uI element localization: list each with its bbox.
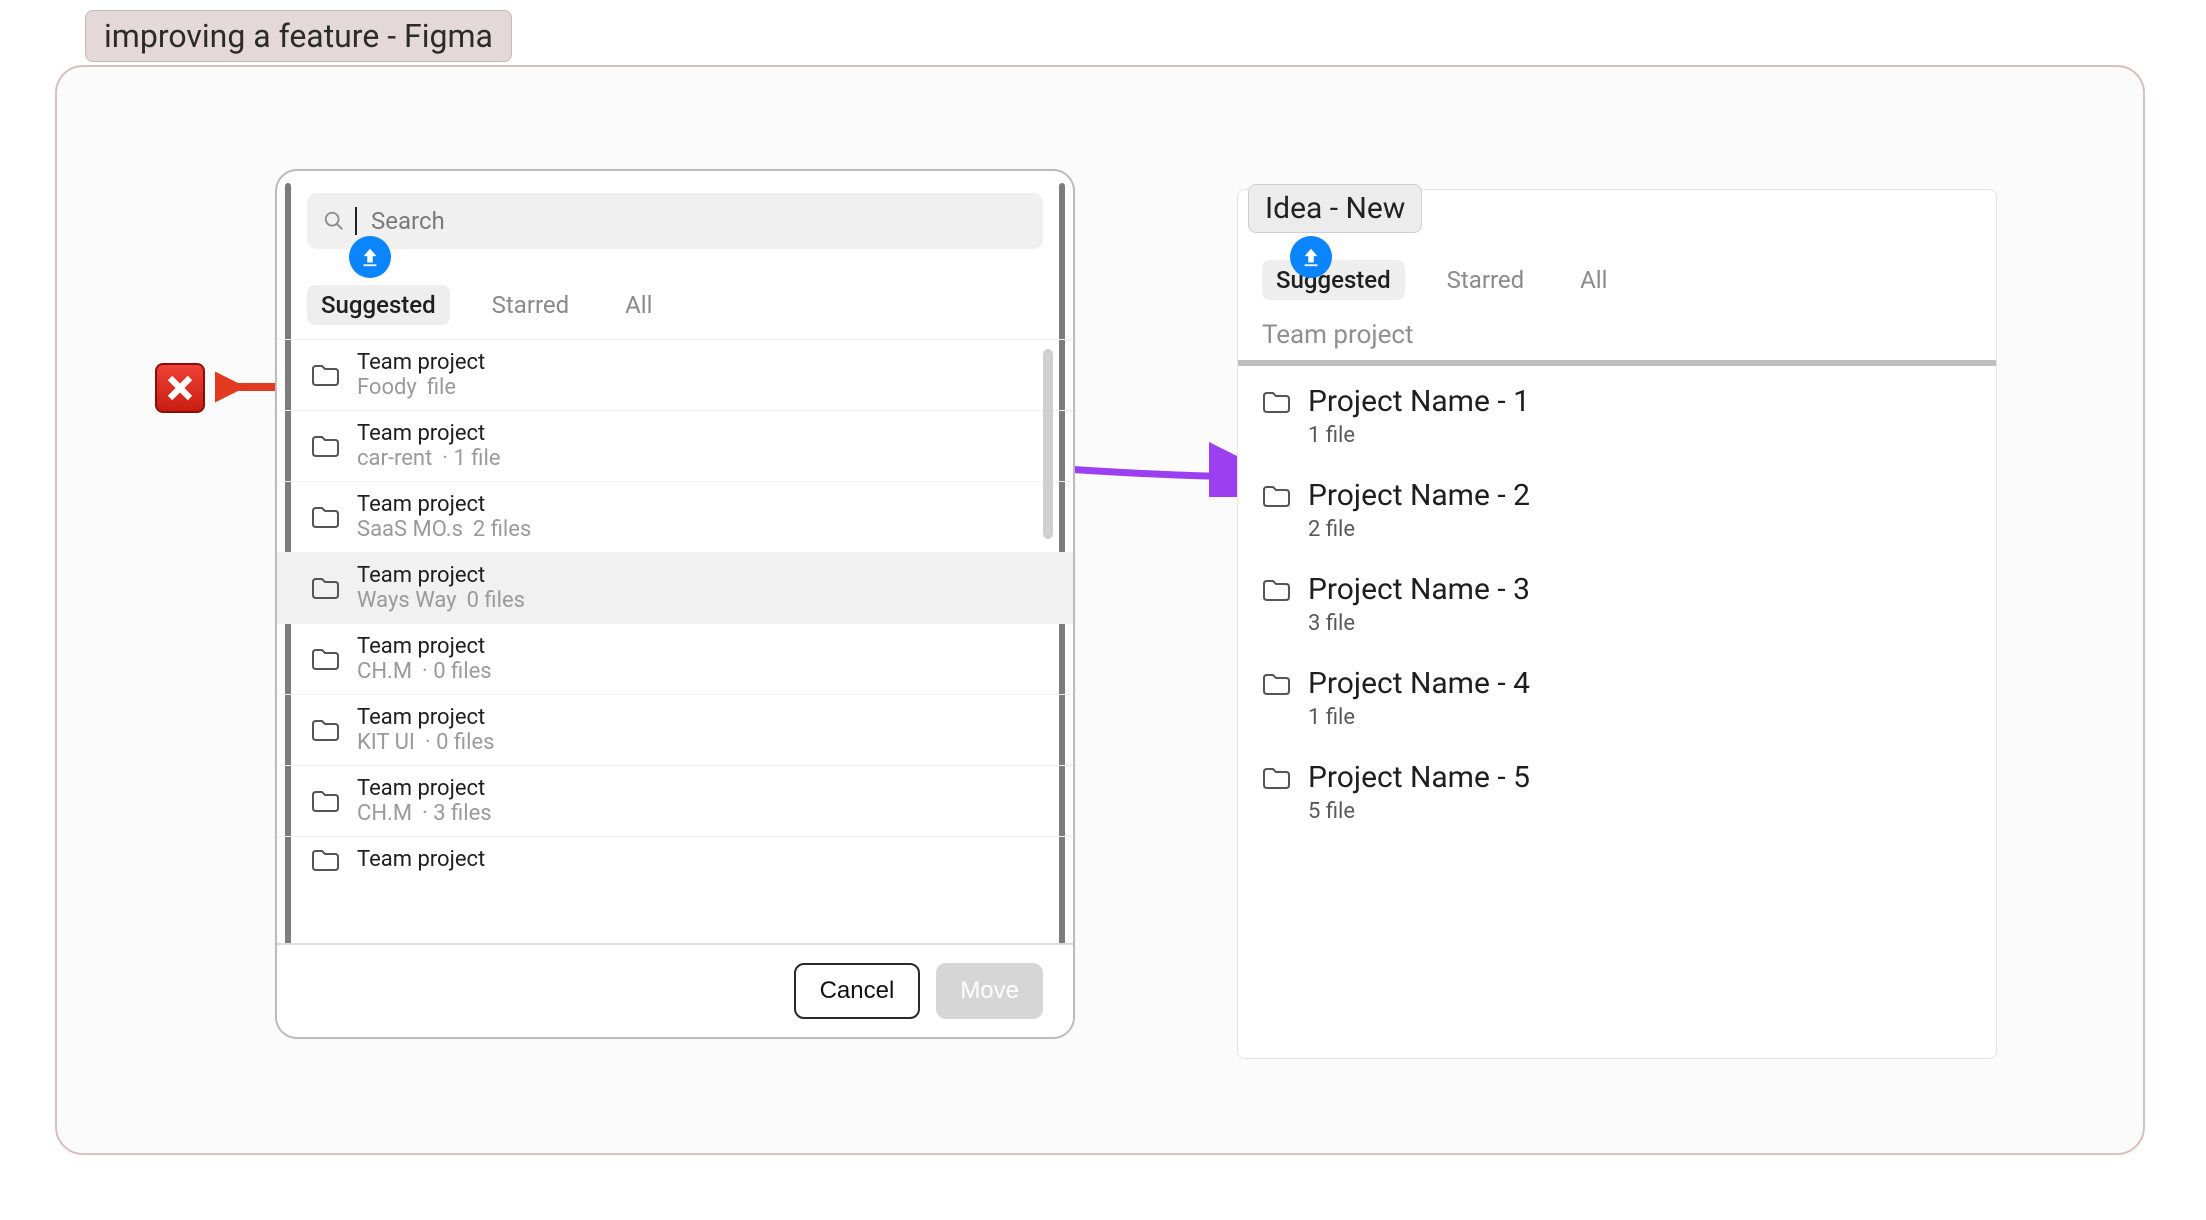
item-subtitle: Ways Way0 files [357,588,525,613]
comparison-frame: Search Suggested Starred All Team projec… [55,65,2145,1155]
item-team-label: Team project [357,776,492,801]
move-dialog-current: Search Suggested Starred All Team projec… [275,169,1075,1039]
upload-badge-icon [1290,236,1332,278]
item-meta: 3 file [1308,611,1530,636]
item-meta: 2 file [1308,517,1530,542]
cancel-button[interactable]: Cancel [794,963,921,1019]
folder-icon [1262,484,1290,508]
folder-icon [311,363,339,387]
item-subtitle: KIT UI· 0 files [357,730,494,755]
tab-all[interactable]: All [611,285,666,325]
tab-suggested[interactable]: Suggested [1262,260,1405,300]
item-team-label: Team project [357,705,494,730]
item-meta: 1 file [1308,705,1530,730]
list-item[interactable]: Team projectKIT UI· 0 files [277,694,1073,765]
folder-icon [311,647,339,671]
tab-starred[interactable]: Starred [1433,260,1538,300]
folder-icon [1262,672,1290,696]
list-item[interactable]: Project Name - 4 1 file [1262,666,1972,730]
item-name: Project Name - 4 [1308,666,1530,701]
item-meta: 1 file [1308,423,1530,448]
folder-icon [311,505,339,529]
tab-suggested[interactable]: Suggested [307,285,450,325]
move-button[interactable]: Move [936,963,1043,1019]
item-team-label: Team project [357,847,485,872]
item-team-label: Team project [357,563,525,588]
item-team-label: Team project [357,421,501,446]
idea-badge: Idea - New [1248,184,1422,233]
section-team-project: Team project [1238,320,1996,366]
upload-badge-icon [349,236,391,278]
list-item[interactable]: Project Name - 2 2 file [1262,478,1972,542]
item-subtitle: SaaS MO.s2 files [357,517,531,542]
item-subtitle: CH.M· 3 files [357,801,492,826]
item-name: Project Name - 1 [1308,384,1530,419]
list-item[interactable]: Team project [277,836,1073,882]
list-item[interactable]: Project Name - 1 1 file [1262,384,1972,448]
search-input[interactable]: Search [307,193,1043,249]
list-item[interactable]: Team projectcar-rent· 1 file [277,410,1073,481]
list-item[interactable]: Project Name - 5 5 file [1262,760,1972,824]
list-item[interactable]: Project Name - 3 3 file [1262,572,1972,636]
reject-mark-icon [155,363,205,413]
list-item[interactable]: Team projectCH.M· 0 files [277,623,1073,694]
folder-icon [1262,766,1290,790]
item-subtitle: Foodyfile [357,375,485,400]
folder-icon [1262,578,1290,602]
search-icon [323,210,345,232]
list-item[interactable]: Team projectWays Way0 files [277,552,1073,623]
project-list[interactable]: Team projectFoodyfileTeam projectcar-ren… [277,339,1073,899]
search-placeholder: Search [371,207,445,235]
page-title: improving a feature - Figma [85,10,512,62]
list-item[interactable]: Team projectCH.M· 3 files [277,765,1073,836]
tab-all[interactable]: All [1566,260,1621,300]
item-name: Project Name - 5 [1308,760,1530,795]
project-list[interactable]: Project Name - 1 1 file Project Name - 2 2 … [1238,366,1996,824]
item-name: Project Name - 2 [1308,478,1530,513]
folder-icon [311,848,339,872]
folder-icon [1262,390,1290,414]
item-subtitle: car-rent· 1 file [357,446,501,471]
filter-tabs: Suggested Starred All [307,285,1043,325]
item-team-label: Team project [357,492,531,517]
list-item[interactable]: Team projectSaaS MO.s2 files [277,481,1073,552]
list-item[interactable]: Team projectFoodyfile [277,339,1073,410]
item-meta: 5 file [1308,799,1530,824]
item-team-label: Team project [357,350,485,375]
folder-icon [311,434,339,458]
tab-starred[interactable]: Starred [478,285,583,325]
scrollbar-thumb[interactable] [1043,349,1053,539]
folder-icon [311,718,339,742]
dialog-footer: Cancel Move [277,943,1073,1037]
item-team-label: Team project [357,634,492,659]
item-name: Project Name - 3 [1308,572,1530,607]
item-subtitle: CH.M· 0 files [357,659,492,684]
folder-icon [311,576,339,600]
filter-tabs: Suggested Starred All [1262,260,1972,300]
folder-icon [311,789,339,813]
move-dialog-proposal: Idea - New Suggested Starred All Team pr… [1237,189,1997,1059]
text-caret [355,207,357,235]
